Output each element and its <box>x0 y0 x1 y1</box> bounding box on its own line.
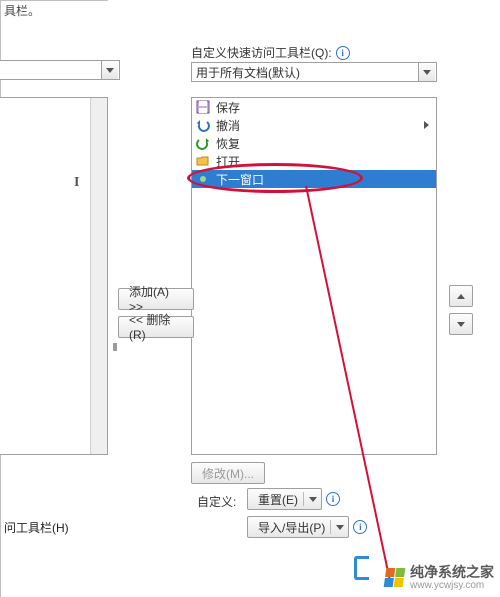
customize-label: 自定义快速访问工具栏(Q): <box>191 44 332 61</box>
undo-icon <box>196 118 210 132</box>
reset-dropdown-button[interactable]: 重置(E) <box>247 488 322 510</box>
list-item[interactable]: 撤消 <box>192 116 436 134</box>
decorative-bracket-icon <box>354 556 369 580</box>
dropdown-selected-text: 用于所有文档(默认) <box>196 64 418 81</box>
add-button[interactable]: 添加(A) >> <box>118 288 194 310</box>
scrollbar[interactable] <box>90 98 107 454</box>
list-item[interactable]: 打开 <box>192 152 436 170</box>
chevron-down-icon[interactable] <box>418 63 435 81</box>
truncated-link-text[interactable]: 问工具栏(H) <box>4 519 69 536</box>
watermark: 纯净系统之家 www.ycwjsy.com <box>385 565 494 591</box>
quick-access-list[interactable]: 保存 撤消 恢复 打开 下一窗口 <box>191 97 437 455</box>
move-down-button[interactable] <box>449 313 473 335</box>
move-up-button[interactable] <box>449 285 473 307</box>
open-icon <box>196 154 210 168</box>
import-export-dropdown-button[interactable]: 导入/导出(P) <box>247 516 349 538</box>
info-icon[interactable]: i <box>353 520 367 534</box>
save-icon <box>196 100 210 114</box>
dot-icon <box>196 172 210 186</box>
list-item[interactable]: 下一窗口 <box>192 170 436 188</box>
list-item-label: 保存 <box>216 99 240 116</box>
list-item[interactable]: 保存 <box>192 98 436 116</box>
chevron-down-icon[interactable] <box>101 61 118 79</box>
list-item-label: 下一窗口 <box>216 171 264 188</box>
windows-logo-icon <box>384 568 406 587</box>
truncated-top-text: 具栏。 <box>4 2 40 19</box>
target-document-dropdown[interactable]: 用于所有文档(默认) <box>191 62 437 82</box>
redo-icon <box>196 136 210 150</box>
text-cursor-icon: I <box>74 175 79 191</box>
remove-button[interactable]: << 删除(R) <box>118 316 194 338</box>
left-dropdown-truncated[interactable] <box>0 60 120 80</box>
submenu-indicator-icon <box>424 121 432 129</box>
list-item-label: 打开 <box>216 153 240 170</box>
list-item-label: 撤消 <box>216 117 240 134</box>
list-item-label: 恢复 <box>216 135 240 152</box>
grip-icon <box>113 343 117 347</box>
modify-button[interactable]: 修改(M)... <box>191 462 265 484</box>
list-item[interactable]: 恢复 <box>192 134 436 152</box>
customize-reset-label: 自定义: <box>197 493 236 510</box>
info-icon[interactable]: i <box>336 46 350 60</box>
info-icon[interactable]: i <box>326 492 340 506</box>
left-command-list-truncated[interactable] <box>0 97 108 455</box>
